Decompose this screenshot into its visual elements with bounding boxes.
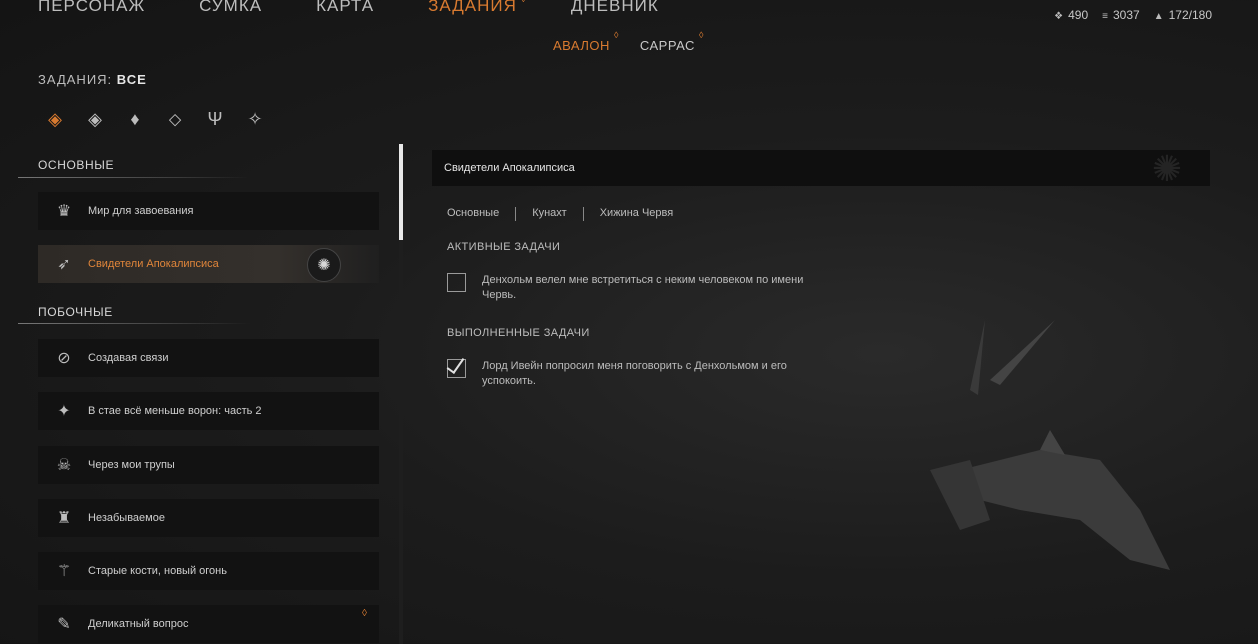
quest-label: Свидетели Апокалипсиса: [88, 258, 219, 270]
region-tabs: АВАЛОН ◊ САРРАС ◊: [553, 30, 704, 53]
tab-sarras[interactable]: САРРАС ◊: [640, 30, 704, 53]
new-marker-icon: ◊: [613, 30, 619, 40]
quest-label: В стае всё меньше ворон: часть 2: [88, 405, 262, 417]
souls-stat: ❖ 490: [1054, 8, 1089, 22]
scrollbar-thumb[interactable]: [399, 144, 403, 240]
quest-item[interactable]: ✎ Деликатный вопрос ◊: [38, 605, 379, 643]
quest-item[interactable]: ⚚ Старые кости, новый огонь: [38, 552, 379, 590]
quest-label: Создавая связи: [88, 352, 169, 364]
quest-label: Старые кости, новый огонь: [88, 565, 227, 577]
main-nav: ПЕРСОНАЖ СУМКА КАРТА ЗАДАНИЯ ◊ ДНЕВНИК: [38, 0, 713, 16]
completed-task: Лорд Ивейн попросил меня поговорить с Де…: [447, 359, 822, 389]
coins-icon: ≡: [1102, 11, 1108, 22]
chain-icon: ⊘: [57, 350, 71, 367]
task-text: Лорд Ивейн попросил меня поговорить с Де…: [482, 360, 787, 387]
rune-ornament-icon: ✺: [1151, 148, 1182, 189]
skull-icon: ☠: [56, 457, 72, 474]
quest-label: Через мои трупы: [88, 459, 175, 471]
filter-guild-icon[interactable]: Ψ: [204, 104, 226, 134]
location-kunakht[interactable]: Кунахт: [532, 207, 567, 221]
divider: [515, 207, 517, 221]
souls-icon: ❖: [1054, 11, 1064, 22]
divider: [582, 207, 584, 221]
task-checkbox: [447, 273, 466, 292]
quest-filter-icons: ◈ ◈ ♦ ⬦ Ψ ✧: [44, 104, 266, 134]
filter-other-icon[interactable]: ✧: [244, 104, 266, 134]
quest-label: Незабываемое: [88, 512, 165, 524]
currency-stat: ≡ 3037: [1102, 8, 1140, 22]
quest-label: Деликатный вопрос: [88, 618, 189, 630]
completed-tasks-header: ВЫПОЛНЕННЫЕ ЗАДАЧИ: [447, 327, 590, 339]
filter-main-icon[interactable]: ◈: [84, 104, 106, 134]
filter-all-icon[interactable]: ◈: [44, 104, 66, 134]
raven-icon: ✦: [57, 403, 71, 420]
weight-icon: ▲: [1153, 11, 1164, 22]
quest-detail-header: Свидетели Апокалипсиса ✺: [432, 148, 1210, 189]
quest-locations: Основные Кунахт Хижина Червя: [447, 207, 673, 221]
quest-filter-title: ЗАДАНИЯ: ВСЕ: [38, 72, 147, 87]
scroll-icon: ✎: [57, 616, 71, 633]
active-task: Денхольм велел мне встретиться с неким ч…: [447, 273, 822, 303]
quest-label: Мир для завоевания: [88, 205, 194, 217]
active-tasks-header: АКТИВНЫЕ ЗАДАЧИ: [447, 241, 561, 253]
quest-item[interactable]: ☠ Через мои трупы: [38, 446, 379, 484]
location-main[interactable]: Основные: [447, 207, 499, 221]
tab-map[interactable]: КАРТА: [316, 0, 374, 16]
tab-journal[interactable]: ДНЕВНИК: [571, 0, 659, 16]
filter-side-icon[interactable]: ♦: [124, 104, 146, 134]
quest-item[interactable]: ♛ Мир для завоевания: [38, 192, 379, 230]
tracked-quest-emblem-icon: ✺: [307, 248, 341, 282]
new-marker-icon: ◊: [362, 608, 367, 619]
carry-stat: ▲ 172/180: [1153, 8, 1212, 22]
new-marker-icon: ◊: [521, 0, 527, 5]
tab-quests[interactable]: ЗАДАНИЯ ◊: [428, 0, 526, 16]
tab-bag[interactable]: СУМКА: [199, 0, 262, 16]
figure-icon: ♜: [56, 510, 72, 527]
quest-detail-title: Свидетели Апокалипсиса: [444, 162, 575, 174]
quest-item[interactable]: ♜ Незабываемое: [38, 499, 379, 537]
divider: [18, 323, 250, 324]
side-quests-header: ПОБОЧНЫЕ: [38, 305, 113, 319]
divider: [18, 177, 250, 178]
tab-character[interactable]: ПЕРСОНАЖ: [38, 0, 145, 16]
feather-icon: ➶: [57, 256, 71, 273]
quest-item-selected[interactable]: ➶ Свидетели Апокалипсиса ✺: [38, 245, 379, 283]
bone-icon: ⚚: [56, 563, 72, 580]
task-checkbox-checked: [447, 359, 466, 378]
resource-stats: ❖ 490 ≡ 3037 ▲ 172/180: [1054, 8, 1212, 22]
quest-artwork: [930, 320, 1170, 570]
crown-icon: ♛: [56, 203, 72, 220]
tab-avalon[interactable]: АВАЛОН ◊: [553, 30, 618, 53]
new-marker-icon: ◊: [698, 30, 704, 40]
quest-item[interactable]: ✦ В стае всё меньше ворон: часть 2: [38, 392, 379, 430]
tab-quests-label: ЗАДАНИЯ: [428, 0, 517, 15]
location-worm-hut[interactable]: Хижина Червя: [600, 207, 673, 221]
quest-item[interactable]: ⊘ Создавая связи: [38, 339, 379, 377]
filter-task-icon[interactable]: ⬦: [164, 104, 186, 134]
main-quests-header: ОСНОВНЫЕ: [38, 158, 115, 172]
task-text: Денхольм велел мне встретиться с неким ч…: [482, 274, 804, 301]
